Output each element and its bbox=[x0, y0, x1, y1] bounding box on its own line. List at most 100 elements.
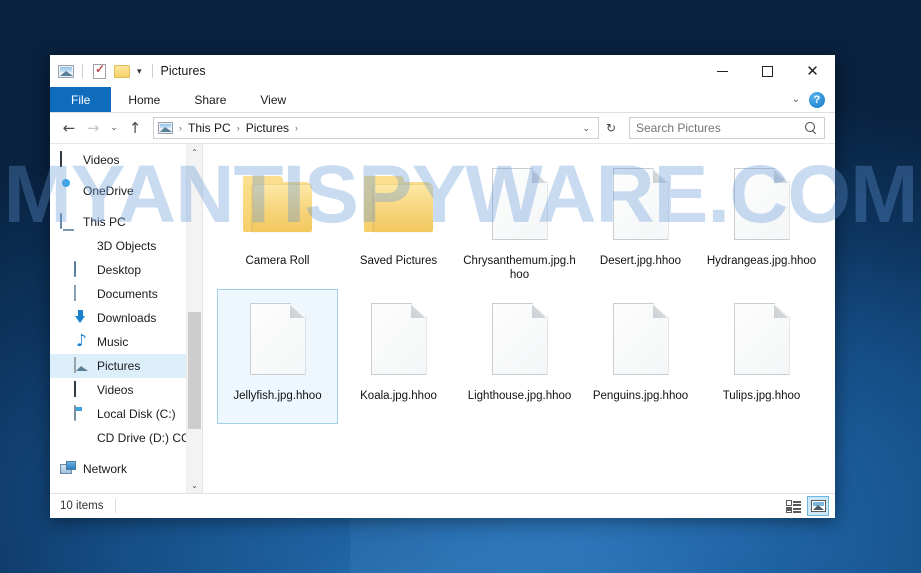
file-item-label: Tulips.jpg.hhoo bbox=[722, 390, 801, 402]
this-pc-icon bbox=[60, 213, 76, 230]
video-icon bbox=[74, 381, 90, 398]
downloads-icon bbox=[74, 310, 90, 326]
sidebar-item-desktop[interactable]: Desktop bbox=[50, 258, 202, 282]
file-item-saved-pictures[interactable]: Saved Pictures bbox=[338, 154, 459, 289]
folder-icon bbox=[362, 161, 436, 247]
file-list-pane[interactable]: Camera Roll Saved Pictures Chrysanthemum… bbox=[203, 144, 835, 493]
file-item-label: Saved Pictures bbox=[359, 255, 438, 267]
item-count-label: 10 items bbox=[60, 500, 104, 512]
folder-icon bbox=[241, 161, 315, 247]
title-bar[interactable]: ▾ Pictures ✕ bbox=[50, 55, 835, 87]
file-item-jellyfish[interactable]: Jellyfish.jpg.hhoo bbox=[217, 289, 338, 424]
address-dropdown-icon[interactable]: ⌄ bbox=[578, 123, 594, 134]
sidebar-item-music[interactable]: Music bbox=[50, 330, 202, 354]
sidebar-item-documents[interactable]: Documents bbox=[50, 282, 202, 306]
new-folder-icon[interactable] bbox=[113, 63, 130, 80]
pictures-folder-icon[interactable] bbox=[158, 122, 173, 134]
encrypted-file-icon bbox=[604, 296, 678, 382]
ribbon-tabs: File Home Share View ⌄ ? bbox=[50, 87, 835, 113]
3d-objects-icon bbox=[74, 238, 90, 254]
sidebar-item-videos[interactable]: Videos bbox=[50, 378, 202, 402]
sidebar-item-label: Videos bbox=[97, 383, 134, 397]
file-item-hydrangeas[interactable]: Hydrangeas.jpg.hhoo bbox=[701, 154, 822, 289]
toolbar-divider-2 bbox=[151, 64, 153, 78]
search-icon[interactable] bbox=[805, 121, 818, 135]
close-button[interactable]: ✕ bbox=[790, 55, 835, 87]
file-item-tulips[interactable]: Tulips.jpg.hhoo bbox=[701, 289, 822, 424]
encrypted-file-icon bbox=[725, 161, 799, 247]
tab-home[interactable]: Home bbox=[111, 87, 177, 112]
sidebar-item-3d-objects[interactable]: 3D Objects bbox=[50, 234, 202, 258]
up-button[interactable]: ↑ bbox=[124, 117, 146, 139]
sidebar-item-label: 3D Objects bbox=[97, 239, 157, 253]
search-input[interactable] bbox=[636, 121, 805, 135]
file-item-chrysanthemum[interactable]: Chrysanthemum.jpg.hhoo bbox=[459, 154, 580, 289]
sidebar-item-label: Downloads bbox=[97, 311, 157, 325]
recent-locations-icon[interactable]: ⌄ bbox=[106, 117, 122, 139]
sidebar-item-onedrive[interactable]: OneDrive bbox=[50, 179, 202, 203]
file-item-label: Koala.jpg.hhoo bbox=[360, 390, 437, 402]
picture-icon[interactable] bbox=[57, 63, 74, 80]
navigation-list: Videos OneDrive This PC 3D Objects Deskt… bbox=[50, 144, 202, 481]
sidebar-item-pictures[interactable]: Pictures bbox=[50, 354, 202, 378]
maximize-button[interactable] bbox=[745, 55, 790, 87]
tab-share[interactable]: Share bbox=[177, 87, 243, 112]
encrypted-file-icon bbox=[483, 161, 557, 247]
address-bar: ← → ⌄ ↑ › This PC › Pictures › ⌄ ↻ bbox=[50, 113, 835, 143]
help-icon[interactable]: ? bbox=[809, 91, 825, 108]
details-view-button[interactable] bbox=[782, 496, 804, 516]
scroll-down-icon[interactable]: ⌄ bbox=[187, 477, 202, 493]
forward-button[interactable]: → bbox=[82, 117, 104, 139]
breadcrumb-item-pictures[interactable]: Pictures bbox=[243, 121, 292, 135]
sidebar-item-network[interactable]: Network bbox=[50, 457, 202, 481]
back-button[interactable]: ← bbox=[58, 117, 80, 139]
file-item-camera-roll[interactable]: Camera Roll bbox=[217, 154, 338, 289]
minimize-button[interactable] bbox=[700, 55, 745, 87]
refresh-icon[interactable]: ↻ bbox=[601, 117, 621, 139]
sidebar-item-label: Pictures bbox=[97, 359, 141, 373]
file-item-label: Camera Roll bbox=[245, 255, 310, 267]
cd-drive-icon bbox=[74, 430, 90, 446]
breadcrumb-separator-2: › bbox=[295, 123, 299, 133]
search-box[interactable] bbox=[629, 117, 825, 139]
encrypted-file-icon bbox=[483, 296, 557, 382]
desktop-icon bbox=[74, 261, 90, 278]
scrollbar-thumb[interactable] bbox=[188, 312, 201, 430]
chevron-down-icon[interactable]: ▾ bbox=[135, 66, 144, 76]
sidebar-item-label: CD Drive (D:) CC bbox=[97, 431, 190, 445]
breadcrumb[interactable]: › This PC › Pictures › ⌄ bbox=[153, 117, 599, 139]
pictures-icon bbox=[74, 357, 90, 374]
documents-icon bbox=[74, 285, 90, 302]
sidebar-item-label: This PC bbox=[83, 215, 126, 229]
scroll-up-icon[interactable]: ⌃ bbox=[187, 144, 202, 160]
file-explorer-window: ▾ Pictures ✕ File Home Share View ⌄ ? ← … bbox=[50, 55, 835, 518]
expand-ribbon-icon[interactable]: ⌄ bbox=[792, 94, 800, 105]
file-item-penguins[interactable]: Penguins.jpg.hhoo bbox=[580, 289, 701, 424]
encrypted-file-icon bbox=[725, 296, 799, 382]
sidebar-item-cd-drive[interactable]: CD Drive (D:) CC bbox=[50, 426, 202, 450]
file-item-label: Hydrangeas.jpg.hhoo bbox=[706, 255, 817, 267]
sidebar-item-this-pc[interactable]: This PC bbox=[50, 210, 202, 234]
file-item-desert[interactable]: Desert.jpg.hhoo bbox=[580, 154, 701, 289]
file-item-koala[interactable]: Koala.jpg.hhoo bbox=[338, 289, 459, 424]
tab-view[interactable]: View bbox=[243, 87, 303, 112]
local-disk-icon bbox=[74, 405, 90, 422]
view-buttons bbox=[782, 496, 829, 516]
sidebar-item-label: Desktop bbox=[97, 263, 142, 277]
properties-icon[interactable] bbox=[91, 62, 108, 80]
file-item-lighthouse[interactable]: Lighthouse.jpg.hhoo bbox=[459, 289, 580, 424]
breadcrumb-item-this-pc[interactable]: This PC bbox=[185, 121, 234, 135]
onedrive-icon bbox=[60, 183, 76, 199]
scrollbar-track[interactable] bbox=[187, 160, 202, 477]
large-icons-view-button[interactable] bbox=[807, 496, 829, 516]
sidebar-item-local-disk[interactable]: Local Disk (C:) bbox=[50, 402, 202, 426]
tab-file[interactable]: File bbox=[50, 87, 112, 112]
sidebar-scrollbar[interactable]: ⌃ ⌄ bbox=[186, 144, 202, 493]
sidebar-item-label: Documents bbox=[97, 287, 158, 301]
sidebar-item-downloads[interactable]: Downloads bbox=[50, 306, 202, 330]
sidebar-item-videos-quick[interactable]: Videos bbox=[50, 148, 202, 172]
breadcrumb-separator-0: › bbox=[179, 123, 182, 133]
file-item-label: Chrysanthemum.jpg.hhoo bbox=[463, 255, 576, 281]
